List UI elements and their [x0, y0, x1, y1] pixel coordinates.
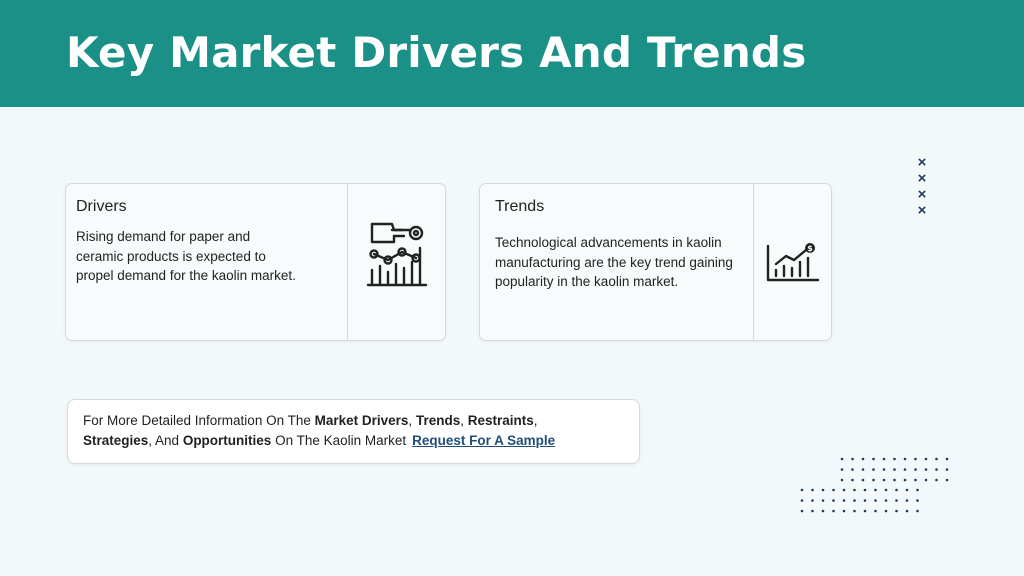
- drivers-heading: Drivers: [76, 198, 127, 215]
- trends-divider: [753, 184, 754, 340]
- decorative-dot-grid: [800, 488, 919, 513]
- drivers-card: Drivers Rising demand for paper and cera…: [65, 183, 446, 341]
- more-info-box: For More Detailed Information On The Mar…: [67, 399, 640, 464]
- svg-text:$: $: [807, 244, 813, 253]
- info-opportunities: Opportunities: [182, 433, 272, 448]
- info-sep: ,: [408, 413, 416, 428]
- info-restraints: Restraints: [467, 413, 534, 428]
- info-sep: ,: [460, 413, 468, 428]
- x-mark-icon: ×: [917, 186, 927, 203]
- trends-text: Technological advancements in kaolin man…: [495, 235, 733, 289]
- page-title: Key Market Drivers And Trends: [66, 28, 807, 77]
- info-sep: ,: [533, 413, 538, 428]
- drivers-divider: [347, 184, 348, 340]
- trends-heading: Trends: [495, 198, 545, 215]
- info-suffix: On The Kaolin Market: [271, 433, 407, 448]
- trends-card: Trends Technological advancements in kao…: [479, 183, 832, 341]
- info-strategies: Strategies: [83, 433, 149, 448]
- header-bar: Key Market Drivers And Trends: [0, 0, 1024, 107]
- dollar-growth-chart-icon: $: [764, 242, 820, 289]
- decorative-dot-grid: [840, 457, 949, 482]
- hand-gear-chart-icon: [364, 218, 430, 293]
- request-sample-link[interactable]: Request For A Sample: [412, 433, 555, 448]
- info-prefix: For More Detailed Information On The: [83, 413, 315, 428]
- info-sep: , And: [148, 433, 183, 448]
- x-mark-icon: ×: [917, 202, 927, 219]
- x-mark-icon: ×: [917, 154, 927, 171]
- x-mark-icon: ×: [917, 170, 927, 187]
- info-market-drivers: Market Drivers: [314, 413, 409, 428]
- decorative-x-marks: × × × ×: [915, 155, 929, 219]
- drivers-text: Rising demand for paper and ceramic prod…: [76, 229, 296, 283]
- more-info-text: For More Detailed Information On The Mar…: [83, 411, 628, 451]
- info-trends: Trends: [415, 413, 461, 428]
